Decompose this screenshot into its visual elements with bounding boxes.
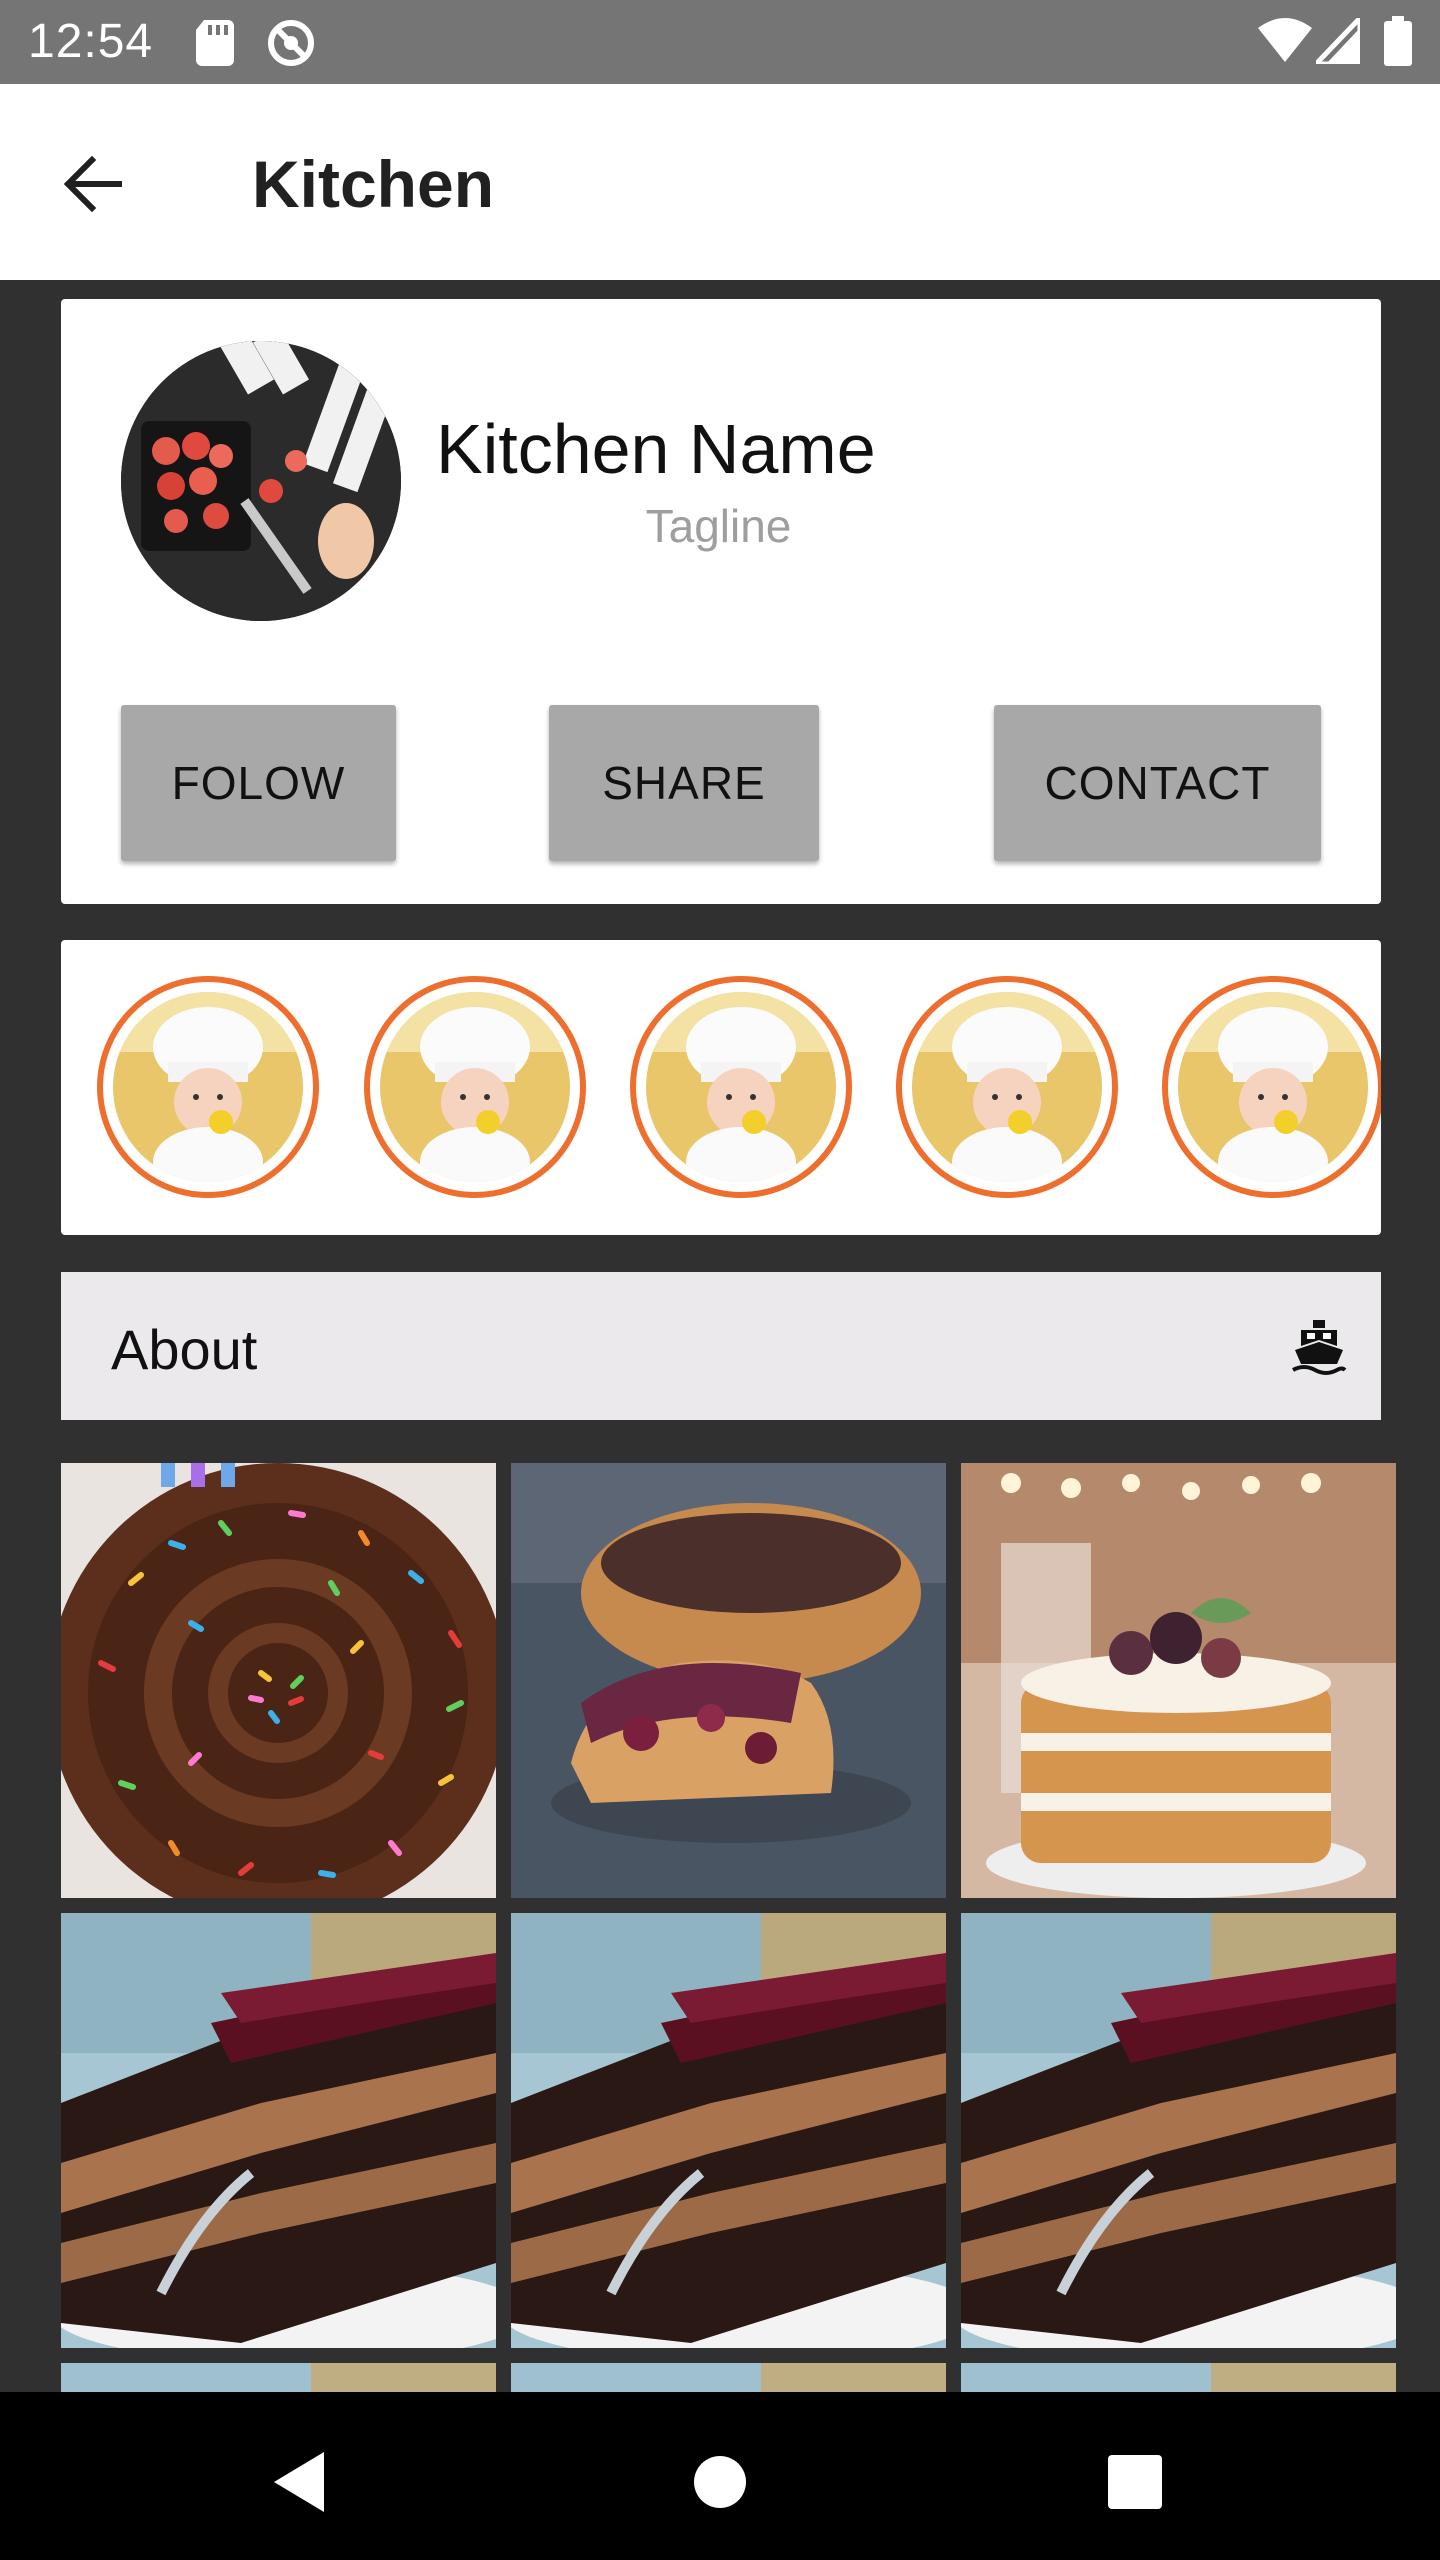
story-avatar[interactable] (1162, 976, 1381, 1198)
gallery-tile-partial[interactable] (511, 2363, 946, 2392)
status-time: 12:54 (28, 15, 154, 68)
no-sync-icon (266, 18, 316, 73)
nav-recents-button[interactable] (1085, 2432, 1185, 2532)
gallery-tile-layer-cake[interactable] (961, 1463, 1396, 1898)
back-triangle-icon (274, 2452, 324, 2512)
battery-icon (1384, 16, 1412, 71)
story-avatar[interactable] (630, 976, 852, 1198)
profile-card: Kitchen Name Tagline FOLOW SHARE CONTACT (61, 299, 1381, 904)
back-button[interactable] (50, 142, 134, 226)
kitchen-name: Kitchen Name (436, 410, 876, 488)
story-avatar[interactable] (364, 976, 586, 1198)
story-avatar[interactable] (896, 976, 1118, 1198)
status-bar: 12:54 (0, 0, 1440, 84)
gallery-tile-chocolate-cake[interactable] (61, 1913, 496, 2348)
ship-icon[interactable] (1289, 1316, 1349, 1376)
gallery-tile-partial[interactable] (961, 2363, 1396, 2392)
nav-home-button[interactable] (670, 2432, 770, 2532)
nav-back-button[interactable] (250, 2432, 350, 2532)
page-title: Kitchen (252, 147, 495, 221)
stories-carousel[interactable] (61, 940, 1381, 1235)
story-avatar[interactable] (97, 976, 319, 1198)
contact-button[interactable]: CONTACT (994, 705, 1321, 861)
gallery-tile-berry-muffin[interactable] (511, 1463, 946, 1898)
signal-icon (1310, 11, 1363, 69)
gallery-tile-partial[interactable] (61, 2363, 496, 2392)
recents-square-icon (1108, 2455, 1162, 2509)
sd-card-icon (196, 20, 236, 71)
follow-button[interactable]: FOLOW (121, 705, 396, 861)
arrow-back-icon (63, 156, 122, 212)
app-bar: Kitchen (0, 84, 1440, 280)
kitchen-tagline: Tagline (645, 500, 792, 552)
gallery-tile-sprinkle-cake[interactable] (61, 1463, 496, 1898)
about-label: About (111, 1318, 258, 1381)
kitchen-avatar (121, 341, 401, 621)
home-circle-icon (694, 2456, 746, 2508)
gallery-tile-chocolate-cake[interactable] (511, 1913, 946, 2348)
wifi-icon (1258, 18, 1312, 67)
system-nav-bar (0, 2392, 1440, 2560)
about-section[interactable]: About (61, 1272, 1381, 1420)
gallery-tile-chocolate-cake[interactable] (961, 1913, 1396, 2348)
share-button[interactable]: SHARE (549, 705, 819, 861)
